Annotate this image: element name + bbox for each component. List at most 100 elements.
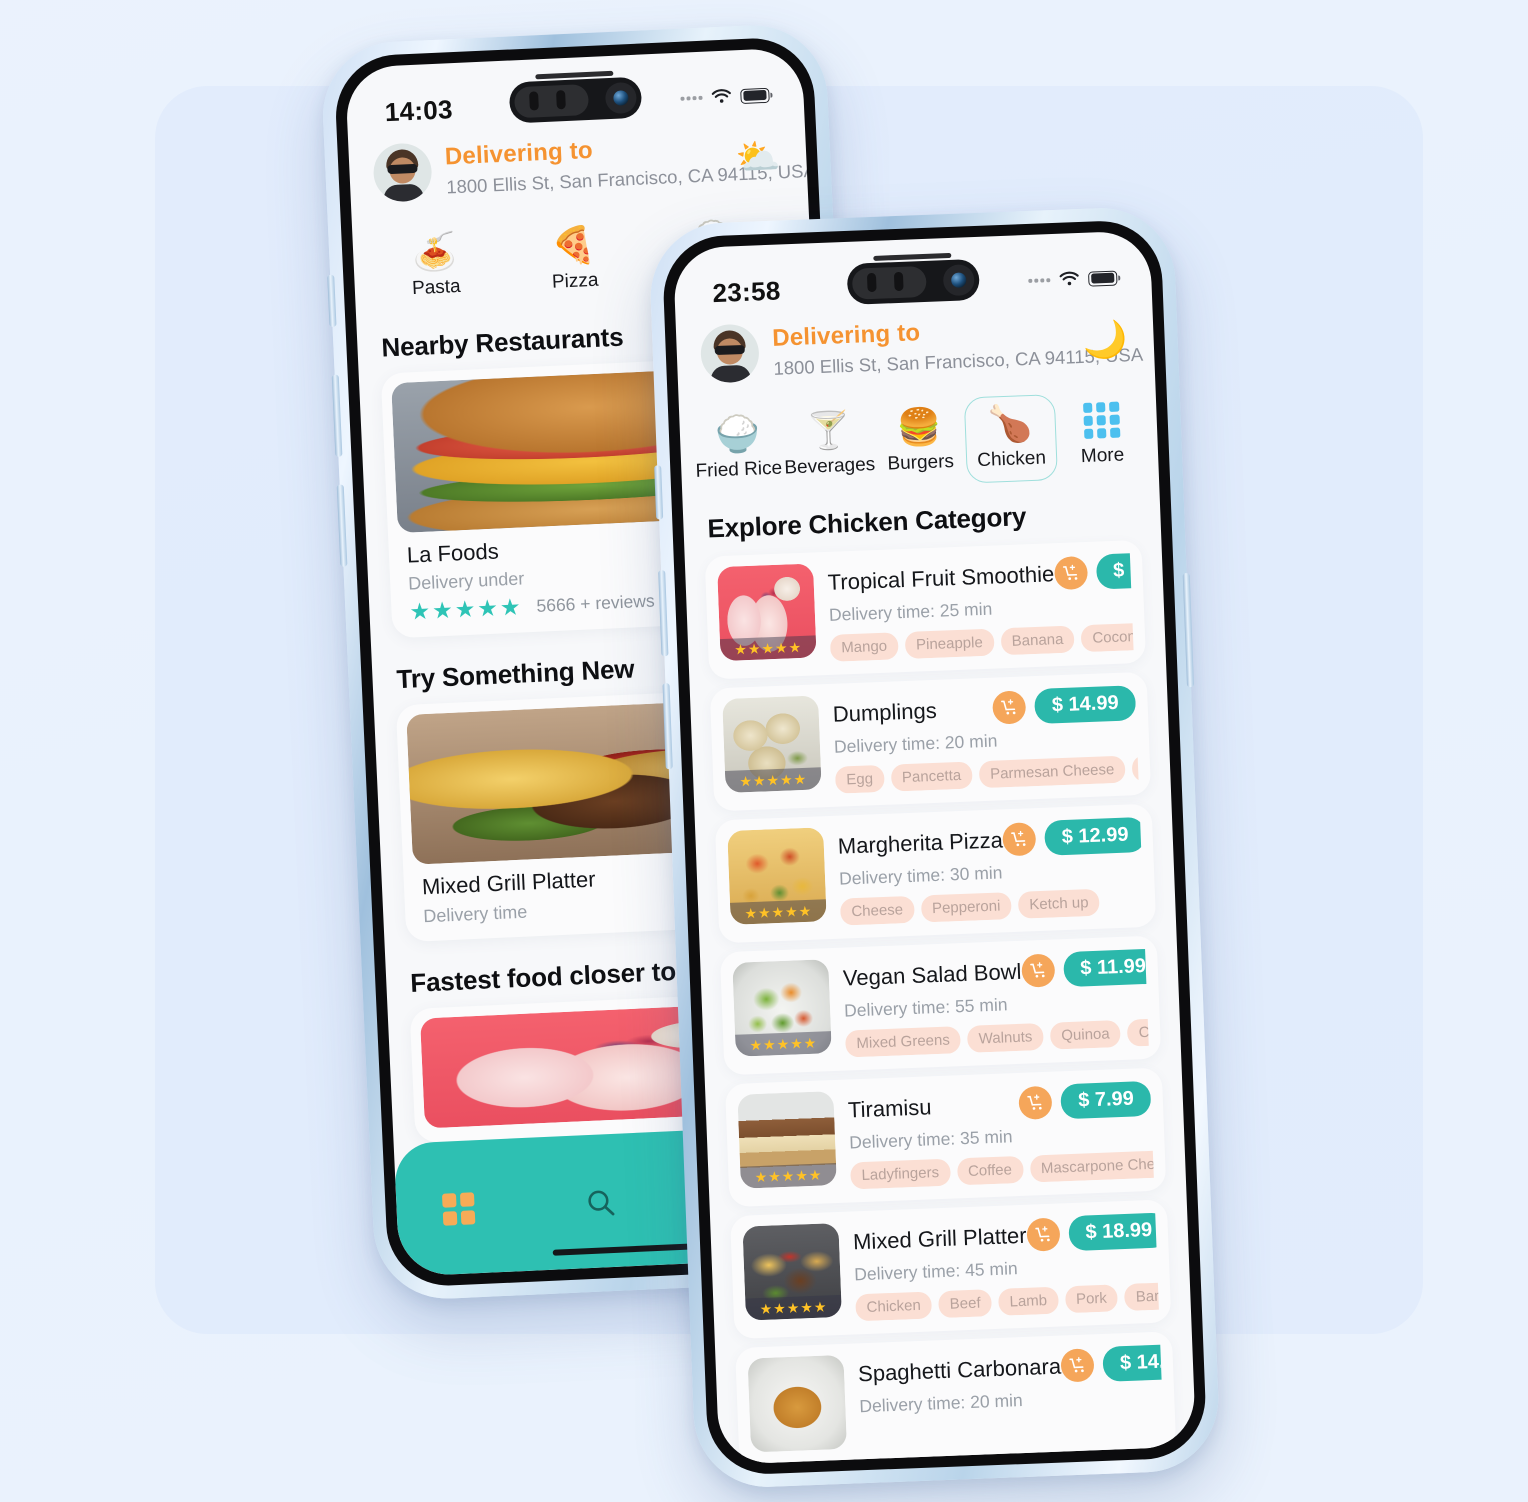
- rating-stars: ★★★★★: [740, 1163, 837, 1189]
- tag: Coconut Milk: [1080, 621, 1134, 653]
- signal-dots-icon: [680, 95, 703, 101]
- cocktail-icon: 🍸: [805, 408, 852, 452]
- category-strip-right: 🍚 Fried Rice 🍸 Beverages 🍔 Burgers 🍗 Chi…: [678, 366, 1159, 494]
- list-item[interactable]: ★★★★★ Dumplings $ 14.99 Delivery time: 2…: [709, 671, 1152, 812]
- food-photo: ★★★★★: [732, 959, 832, 1057]
- tag: Black Pepper: [1131, 751, 1139, 783]
- list-item[interactable]: ★★★★★ Tiramisu $ 7.99 Delivery time: 35 …: [724, 1067, 1167, 1208]
- tag: Quinoa: [1049, 1020, 1122, 1050]
- food-name: Tiramisu: [847, 1093, 932, 1123]
- cart-plus-icon[interactable]: [1002, 822, 1037, 857]
- category-item-more[interactable]: More: [1055, 391, 1149, 480]
- search-icon: [588, 1190, 615, 1216]
- tag: Egg: [834, 764, 885, 794]
- front-camera: [604, 81, 637, 115]
- food-price[interactable]: $ 18.99: [1067, 1212, 1159, 1252]
- dynamic-island: [846, 252, 980, 305]
- avatar[interactable]: [699, 323, 760, 384]
- category-label: More: [1080, 444, 1125, 468]
- face-id-sensor: [513, 84, 589, 119]
- burger-icon: 🍔: [896, 405, 943, 449]
- food-name: Vegan Salad Bowl: [842, 958, 1022, 991]
- tag: Barbecue Sauce: [1124, 1278, 1159, 1312]
- food-delivery-time: Delivery time: 20 min: [859, 1390, 1024, 1417]
- food-price[interactable]: $ 11.99: [1062, 948, 1149, 988]
- mute-switch[interactable]: [654, 465, 664, 520]
- phone-screen-right: 23:58 Delivering to 1800 Ellis St, San F…: [672, 230, 1197, 1465]
- status-clock: 14:03: [384, 93, 454, 127]
- phone-mockup-right: 23:58 Delivering to 1800 Ellis St, San F…: [647, 205, 1222, 1490]
- tag: Coffee: [956, 1155, 1024, 1186]
- pizza-icon: 🍕: [550, 223, 597, 267]
- dynamic-island: [508, 70, 642, 124]
- pasta-icon: 🍝: [411, 230, 459, 274]
- grid-9-icon: [1082, 401, 1120, 439]
- food-delivery-time: Delivery time: 20 min: [833, 730, 998, 757]
- category-item-chicken[interactable]: 🍗 Chicken: [963, 394, 1058, 484]
- food-photo: ★★★★★: [742, 1222, 842, 1321]
- avatar[interactable]: [372, 142, 433, 203]
- app-content-right: Delivering to 1800 Ellis St, San Francis…: [673, 230, 1197, 1465]
- list-item[interactable]: ★★★★★ Margherita Pizza $ 12.99 Delivery …: [714, 803, 1157, 944]
- tag: Cheese: [839, 895, 915, 926]
- tag: Pork: [1064, 1284, 1119, 1314]
- home-indicator[interactable]: [552, 1242, 703, 1256]
- food-photo: ★★★★★: [722, 695, 822, 793]
- tab-home[interactable]: [441, 1192, 476, 1226]
- tag: Lamb: [998, 1286, 1059, 1316]
- tag: Mango: [829, 632, 899, 662]
- tag: Chicken: [855, 1291, 933, 1322]
- tag: Walnuts: [967, 1022, 1044, 1053]
- category-label: Fried Rice: [695, 457, 783, 482]
- mute-switch[interactable]: [327, 274, 337, 327]
- category-item-beverages[interactable]: 🍸 Beverages: [782, 401, 876, 490]
- status-clock: 23:58: [711, 275, 782, 308]
- tag: Beef: [938, 1289, 993, 1319]
- rating-stars: ★★★★★: [408, 593, 524, 625]
- category-item-fried-rice[interactable]: 🍚 Fried Rice: [691, 405, 785, 494]
- category-item-pizza[interactable]: 🍕 Pizza: [503, 215, 646, 307]
- chicken-leg-icon: 🍗: [987, 401, 1034, 445]
- food-price[interactable]: $ 6.99: [1095, 551, 1134, 590]
- front-camera: [942, 264, 975, 297]
- rating-stars: ★★★★★: [724, 767, 822, 793]
- food-price[interactable]: $ 14.99: [1102, 1343, 1163, 1382]
- list-item[interactable]: ★★★★★ Vegan Salad Bowl $ 11.99 Delivery …: [719, 935, 1162, 1076]
- tag: Pineapple: [904, 628, 995, 659]
- category-item-pasta[interactable]: 🍝 Pasta: [364, 221, 507, 313]
- food-delivery-time: Delivery time: 55 min: [843, 994, 1008, 1021]
- cart-plus-icon[interactable]: [1020, 953, 1056, 988]
- restaurant-delivery-label: Delivery under: [407, 568, 525, 594]
- cart-plus-icon[interactable]: [992, 690, 1027, 725]
- food-delivery-time: Delivery time: 45 min: [853, 1258, 1018, 1285]
- sun-behind-cloud-icon: ⛅: [734, 135, 782, 179]
- cart-plus-icon[interactable]: [1025, 1217, 1061, 1252]
- face-id-sensor: [851, 265, 927, 300]
- cart-plus-icon[interactable]: [1053, 555, 1088, 591]
- cart-plus-icon[interactable]: [1060, 1348, 1095, 1383]
- grid-icon: [441, 1192, 476, 1226]
- food-price[interactable]: $ 14.99: [1034, 685, 1137, 725]
- food-tags: Mango Pineapple Banana Coconut Milk Ice: [829, 621, 1134, 662]
- list-item[interactable]: ★★★★★ Mixed Grill Platter $ 18.99 Delive…: [729, 1199, 1172, 1340]
- tag: Pepperoni: [920, 892, 1012, 923]
- list-item[interactable]: Spaghetti Carbonara $ 14.99 Delivery tim…: [735, 1331, 1177, 1465]
- category-item-burgers[interactable]: 🍔 Burgers: [873, 398, 967, 487]
- wifi-icon: [1059, 271, 1079, 286]
- food-tags: Ladyfingers Coffee Mascarpone Cheese Coc…: [850, 1149, 1154, 1190]
- food-price[interactable]: $ 7.99: [1060, 1080, 1152, 1120]
- food-name: Mixed Grill Platter: [852, 1222, 1028, 1254]
- food-list: ★★★★★ Tropical Fruit Smoothie $ 6.99 Del…: [685, 539, 1197, 1465]
- tag: Cherry Tomatoes: [1127, 1014, 1149, 1047]
- food-price[interactable]: $ 12.99: [1044, 816, 1144, 856]
- tag: Parmesan Cheese: [978, 755, 1126, 789]
- food-name: Margherita Pizza: [837, 826, 1004, 859]
- food-photo: [747, 1354, 848, 1453]
- list-item[interactable]: ★★★★★ Tropical Fruit Smoothie $ 6.99 Del…: [704, 539, 1147, 680]
- food-tags: Egg Pancetta Parmesan Cheese Black Peppe…: [834, 751, 1139, 794]
- cart-plus-icon[interactable]: [1018, 1085, 1053, 1120]
- signal-dots-icon: [1028, 278, 1051, 283]
- delivering-to-label: Delivering to: [771, 319, 921, 352]
- tab-search[interactable]: [584, 1186, 617, 1219]
- tag: Mascarpone Cheese: [1029, 1149, 1154, 1183]
